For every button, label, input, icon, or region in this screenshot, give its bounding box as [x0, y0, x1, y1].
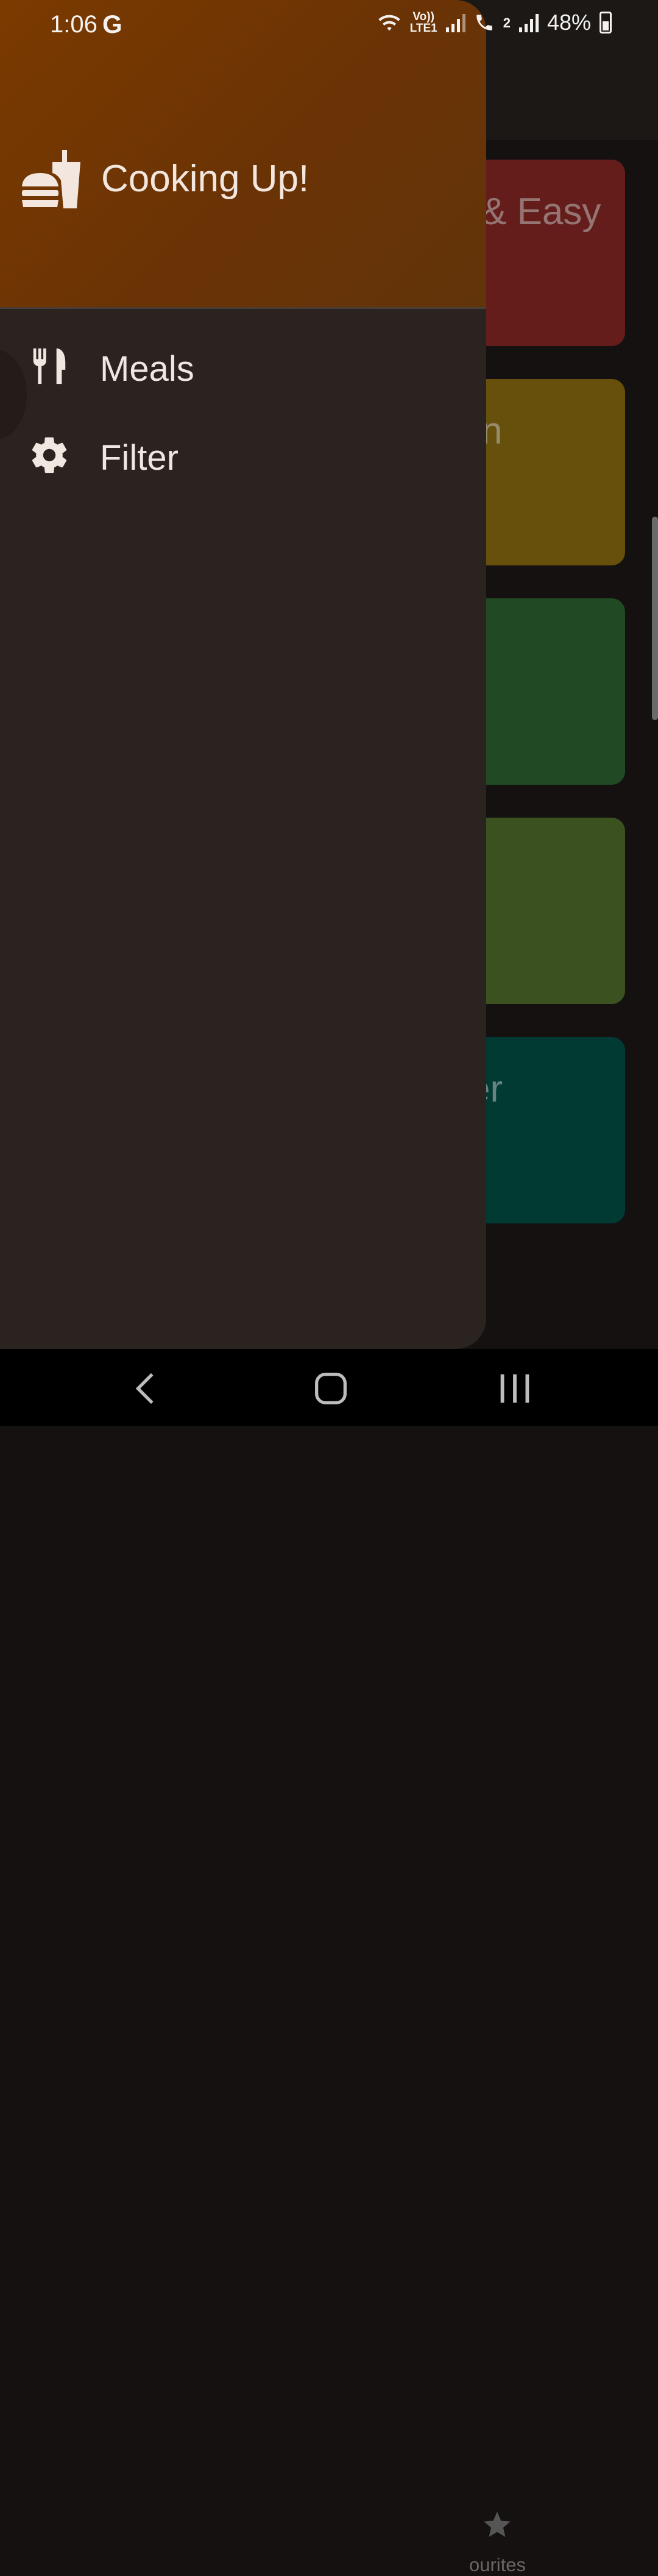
status-time: 1:06 [50, 11, 97, 38]
wifi-icon [378, 15, 400, 31]
system-navigation-bar [0, 1349, 658, 1426]
google-icon: G [102, 10, 122, 38]
navigation-drawer: Cooking Up! Meals Filter [0, 0, 486, 1349]
home-icon[interactable] [310, 1367, 352, 1410]
drawer-item-filter[interactable]: Filter [0, 412, 486, 497]
signal-strength-icon [445, 13, 465, 32]
sim2-label: 2 [503, 15, 511, 30]
lte-label: LTE1 [409, 22, 437, 35]
drawer-item-meals[interactable]: Meals [0, 323, 486, 408]
status-indicators: Vo)) LTE1 2 48% [377, 10, 612, 35]
volte-label: Vo)) [412, 10, 434, 23]
drawer-item-label: Filter [100, 438, 179, 478]
signal-strength-icon [518, 13, 539, 32]
status-bar: 1:06 G Vo)) LTE1 2 48% [0, 0, 658, 51]
gear-icon [32, 437, 67, 473]
category-card-label: & Easy [481, 191, 601, 233]
wifi-calling-icon [476, 15, 492, 30]
battery-percentage: 48% [547, 10, 591, 35]
app-title: Cooking Up! [101, 158, 310, 200]
drawer-item-label: Meals [100, 349, 194, 389]
volte-indicator: Vo)) LTE1 [410, 11, 437, 34]
battery-icon [600, 12, 612, 34]
favourites-tab-label[interactable]: ourites [469, 2554, 526, 2576]
scrollbar[interactable] [652, 517, 658, 720]
back-icon[interactable] [126, 1367, 168, 1410]
fastfood-icon [22, 150, 80, 208]
recents-icon[interactable] [494, 1367, 536, 1410]
fork-knife-icon [33, 348, 66, 384]
star-icon[interactable] [481, 2509, 513, 2541]
